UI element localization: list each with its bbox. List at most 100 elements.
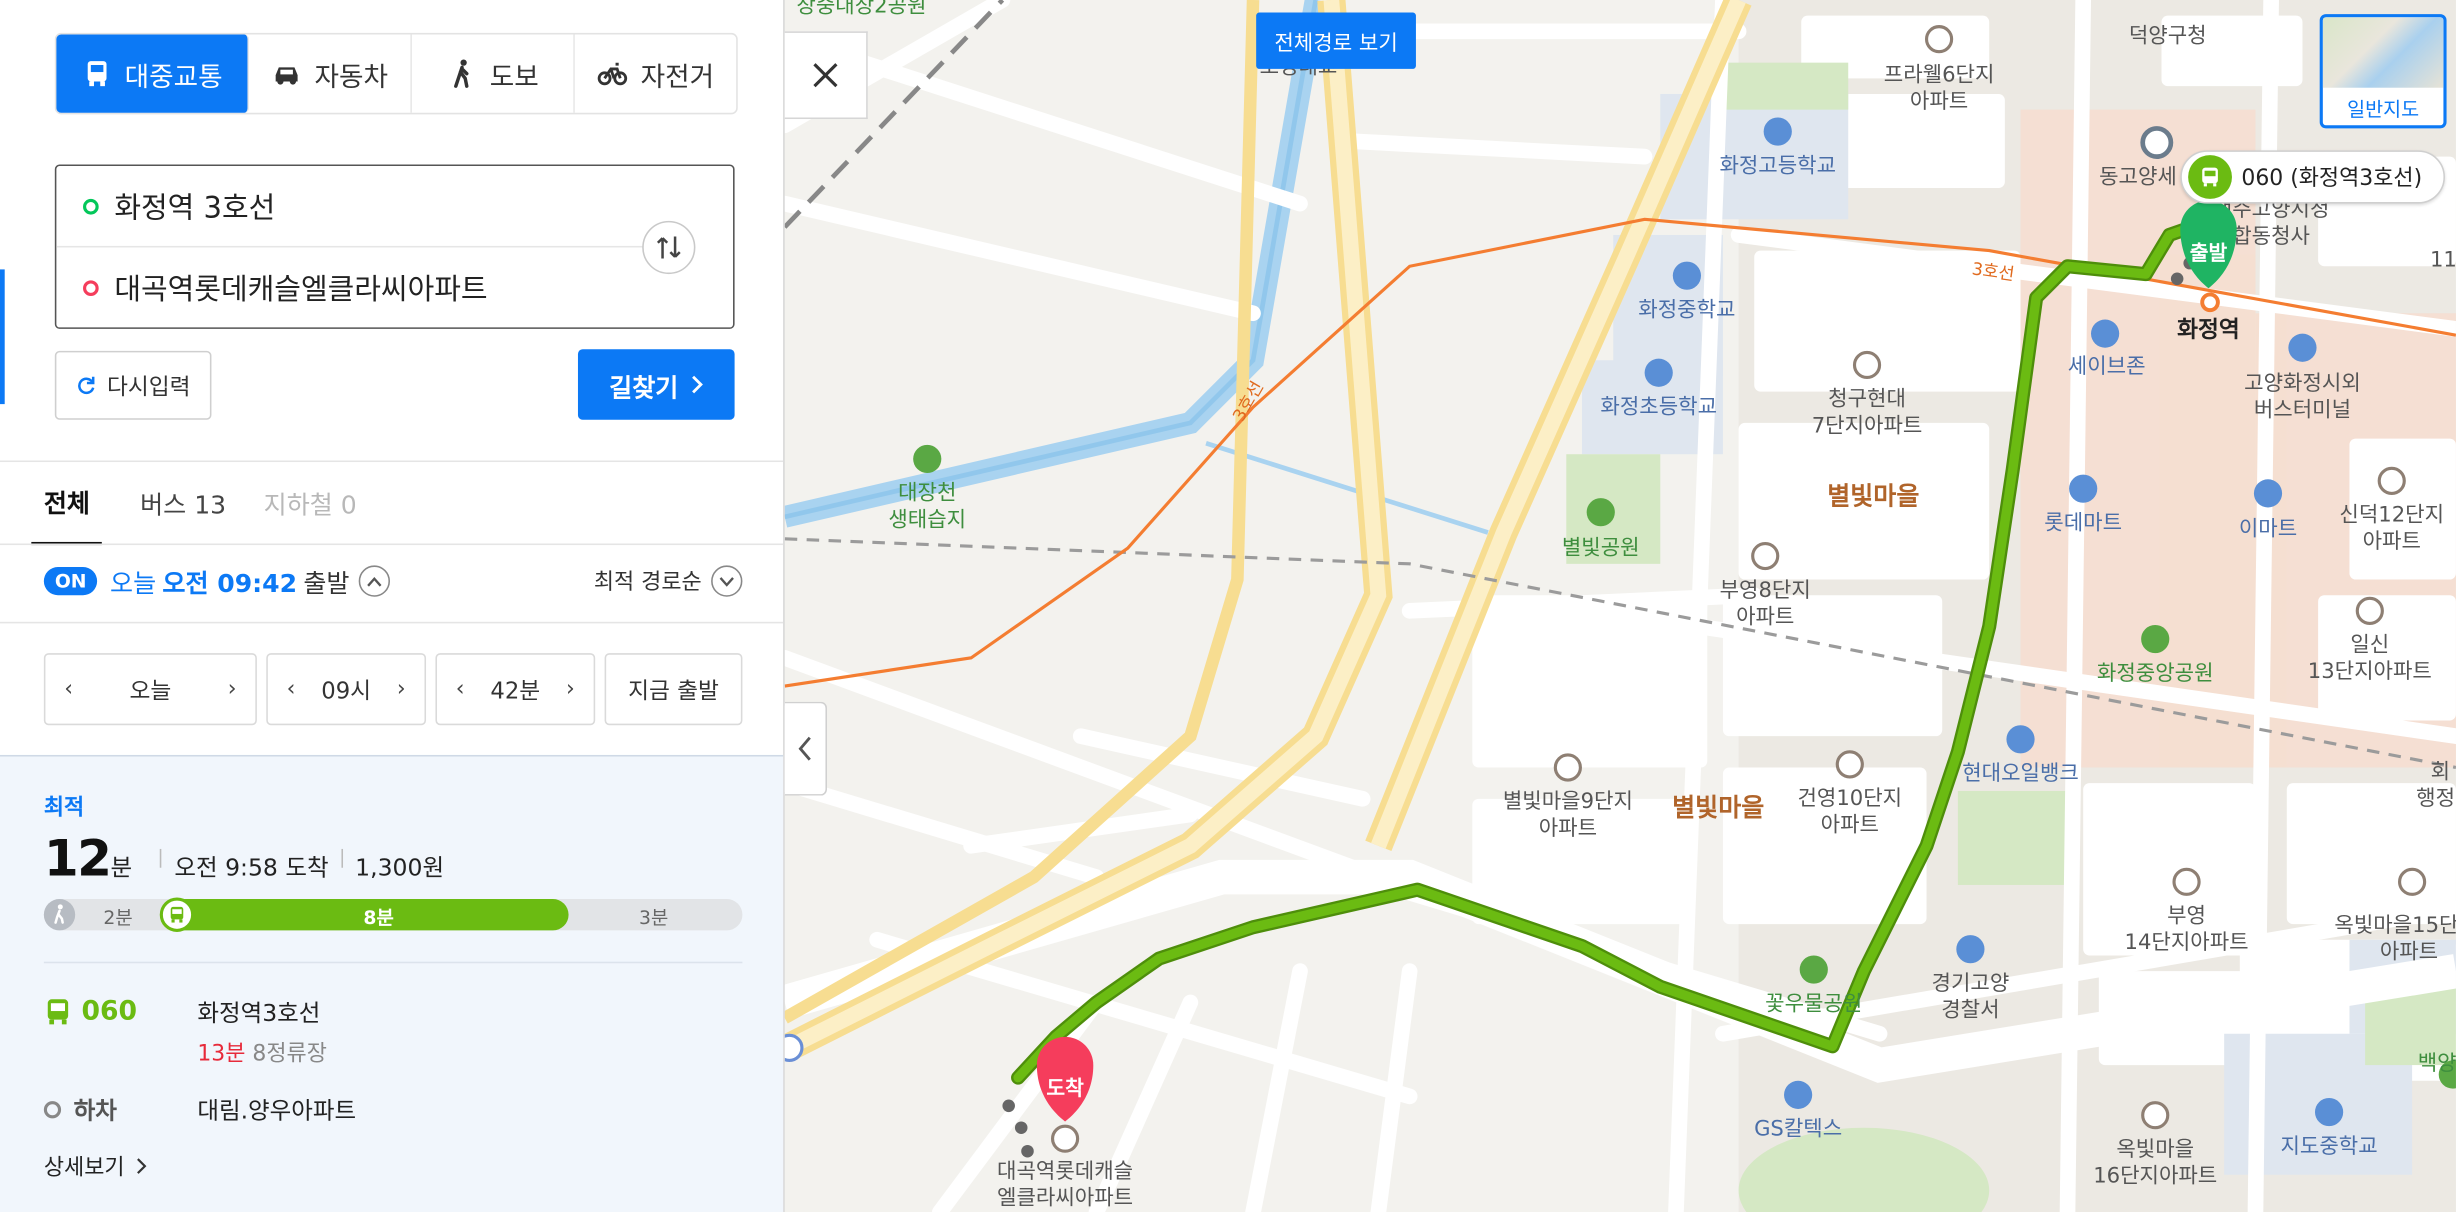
map-label-police-1: 경기고양	[1932, 970, 2010, 995]
map-label-okbit16-2: 16단지아파트	[2093, 1163, 2217, 1188]
day-prev-button[interactable]: ‹	[64, 677, 73, 702]
map-label-apt-prell6: 프라웰6단지	[1884, 61, 1995, 86]
map-label-daejang-2: 생태습지	[888, 506, 966, 531]
bus-icon	[87, 61, 106, 87]
destination-dot-icon	[83, 280, 99, 297]
hour-prev-button[interactable]: ‹	[287, 677, 296, 702]
chevron-down-icon	[719, 576, 734, 586]
chevron-right-icon	[137, 1158, 147, 1174]
route-segment-bar: 2분 8분 3분	[43, 897, 743, 932]
tab-bus[interactable]: 버스 13	[140, 460, 226, 545]
divider	[0, 543, 784, 546]
minute-next-button[interactable]: ›	[566, 677, 575, 702]
duration-unit: 분	[110, 853, 133, 882]
map-label-hwajeong-middle: 화정중학교	[1638, 296, 1735, 321]
map-label-ilsin-2: 13단지아파트	[2308, 658, 2432, 683]
detail-link-label: 상세보기	[43, 1155, 125, 1181]
map-label-ilsin-1: 일신	[2350, 632, 2389, 657]
end-marker-label: 도착	[1046, 1076, 1084, 1100]
day-next-button[interactable]: ›	[228, 677, 237, 702]
destination-field[interactable]: 대곡역롯데캐슬엘클라씨아파트	[56, 247, 643, 328]
map-label-area-top: 장중대장2공원	[796, 0, 926, 18]
tab-subway[interactable]: 지하철 0	[264, 460, 357, 545]
map-label-geonyoung-1: 건영10단지	[1797, 785, 1902, 810]
chevron-up-icon	[367, 576, 382, 586]
minute-picker: ‹ 42분 ›	[435, 653, 596, 726]
sort-select-label: 최적 경로순	[593, 570, 702, 596]
sort-select[interactable]: 최적 경로순	[593, 565, 743, 597]
map-label-byeolbit-village2: 별빛마을	[1672, 793, 1764, 822]
origin-text: 화정역 3호선	[114, 191, 276, 225]
route-summary: 12 분 오전 9:58 도착 1,300원	[44, 829, 444, 889]
origin-dot-icon	[83, 198, 99, 214]
map-label-apt-prell6-line2: 아파트	[1910, 88, 1968, 113]
collapse-panel-button[interactable]	[784, 701, 828, 796]
hour-next-button[interactable]: ›	[397, 677, 406, 702]
full-route-button[interactable]: 전체경로 보기	[1256, 12, 1416, 69]
map-label-sinduk-2: 아파트	[2363, 528, 2421, 553]
mode-transit[interactable]: 대중교통	[56, 34, 249, 113]
map-label-okbit16-1: 옥빛마을	[2116, 1136, 2194, 1161]
map-label-geonyoung-2: 아파트	[1821, 812, 1879, 837]
bus-line-info[interactable]: 060	[44, 996, 137, 1027]
map-label-byeolbit9-2: 아파트	[1539, 815, 1597, 840]
map-label-jido-middle: 지도중학교	[2280, 1133, 2377, 1158]
time-picker: ‹ 오늘 › ‹ 09시 › ‹ 42분 › 지금 출발	[43, 653, 743, 726]
map-label-byeolbit-village1: 별빛마을	[1827, 481, 1919, 510]
best-route-card[interactable]: 최적 12 분 오전 9:58 도착 1,300원	[0, 754, 784, 1212]
bus-stops-count: 8정류장	[252, 1041, 327, 1067]
mode-walk[interactable]: 도보	[412, 34, 575, 113]
mode-car[interactable]: 자동차	[249, 34, 412, 113]
hour-value: 09시	[321, 678, 372, 705]
bus-callout-label: 060 (화정역3호선)	[2241, 166, 2423, 192]
directions-panel: 대중교통 자동차 도보 자전거 화정역 3호선 대곡역롯데캐슬엘클라씨아파트 다	[0, 0, 785, 1212]
car-icon	[275, 67, 298, 85]
mode-bike[interactable]: 자전거	[575, 34, 737, 112]
map-label-byeolbit9-1: 별빛마을9단지	[1503, 788, 1633, 813]
walk-icon	[453, 59, 468, 88]
segment-walk-1-label: 2분	[103, 906, 133, 929]
close-button[interactable]	[784, 31, 868, 120]
day-value: 오늘	[129, 678, 172, 705]
reset-button[interactable]: 다시입력	[54, 350, 212, 420]
separator	[341, 848, 343, 868]
alight-ring-icon	[43, 1101, 62, 1119]
map-label-okbit15-1: 옥빛마을15단	[2334, 912, 2456, 937]
bus-stop-callout[interactable]: 060 (화정역3호선)	[2180, 150, 2446, 204]
bus-icon	[47, 999, 69, 1025]
map-label-hanjong-2: 합동청사	[2232, 223, 2310, 248]
destination-text: 대곡역롯데캐슬엘클라씨아파트	[114, 274, 488, 307]
chevron-left-icon	[798, 736, 811, 761]
find-route-button[interactable]: 길찾기	[577, 349, 735, 420]
mode-walk-label: 도보	[489, 61, 539, 94]
map-type-toggle[interactable]: 일반지도	[2319, 14, 2447, 129]
mode-transit-label: 대중교통	[124, 61, 223, 94]
minute-prev-button[interactable]: ‹	[456, 677, 465, 702]
map-label-bus-terminal-2: 버스터미널	[2254, 397, 2351, 422]
map-label-cheonggu-2: 7단지아파트	[1812, 412, 1923, 437]
minute-value: 42분	[490, 678, 541, 705]
origin-field[interactable]: 화정역 3호선	[56, 166, 644, 248]
map-label-edge-1: 회	[2431, 758, 2450, 783]
result-tabs: 전체 버스 13 지하철 0	[31, 460, 357, 546]
departure-time: 오전 09:42	[162, 568, 298, 599]
swap-route-button[interactable]	[642, 220, 696, 275]
map-type-label: 일반지도	[2347, 97, 2420, 121]
departure-day: 오늘	[110, 568, 157, 599]
map-label-deokyang: 덕양구청	[2129, 22, 2207, 47]
depart-now-button[interactable]: 지금 출발	[604, 653, 743, 726]
map-label-hwajeong-station: 화정역	[2177, 317, 2240, 343]
tab-all[interactable]: 전체	[31, 460, 103, 546]
detail-link[interactable]: 상세보기	[44, 1151, 147, 1182]
on-badge[interactable]: ON	[43, 567, 98, 596]
refresh-icon	[78, 376, 95, 395]
day-picker: ‹ 오늘 ›	[43, 653, 257, 726]
map-label-daegok-1: 대곡역롯데캐슬	[997, 1158, 1133, 1183]
map-label-daejang-1: 대장천	[898, 480, 956, 505]
sort-toggle	[711, 565, 743, 597]
map-label-cheonggu-1: 청구현대	[1828, 386, 1906, 411]
segment-walk-2-label: 3분	[639, 906, 669, 929]
map-label-byeolbit-park: 별빛공원	[1562, 534, 1640, 559]
arrival-time: 오전 9:58 도착	[174, 853, 329, 882]
departure-toggle[interactable]	[358, 565, 391, 597]
